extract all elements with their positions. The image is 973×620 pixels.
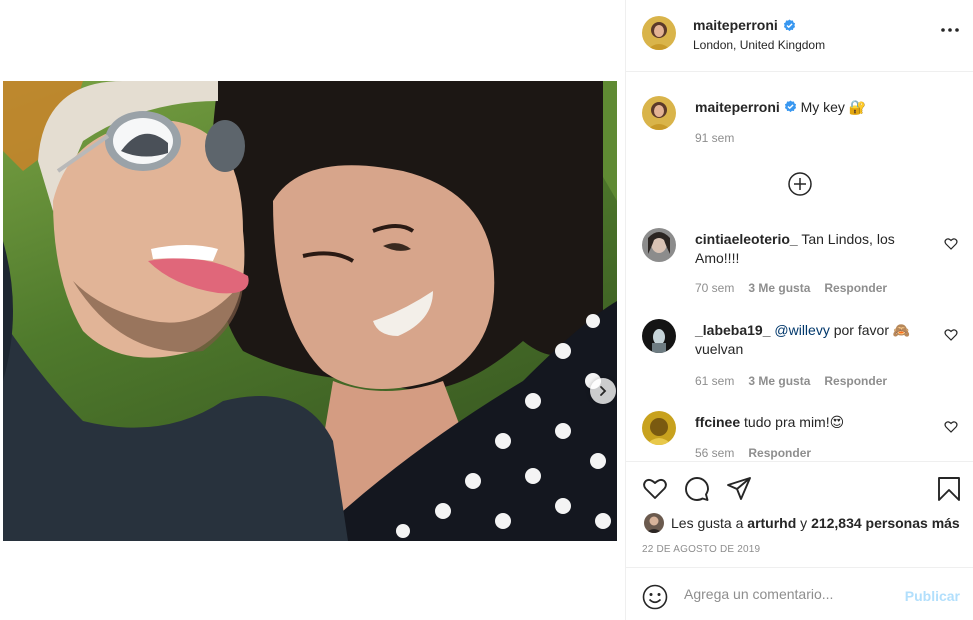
post-actions: Les gusta a arturhd y 212,834 personas m… xyxy=(626,461,973,567)
emoji-icon[interactable] xyxy=(642,584,668,610)
comment-mention[interactable]: @willevy xyxy=(774,322,829,338)
comment-text: _labeba19_ @willevy por favor 🙈 vuelvan xyxy=(695,321,930,359)
reply-button[interactable]: Responder xyxy=(748,446,811,460)
caption-body: My key 🔐 xyxy=(800,99,867,115)
reply-button[interactable]: Responder xyxy=(824,281,887,295)
comment-icon[interactable] xyxy=(684,476,710,502)
post-header: maiteperroni London, United Kingdom xyxy=(626,0,973,72)
share-icon[interactable] xyxy=(726,476,752,502)
comment-text: ffcinee tudo pra mim!😍 xyxy=(695,413,930,432)
comment-username[interactable]: ffcinee xyxy=(695,414,740,430)
caption-age[interactable]: 91 sem xyxy=(695,131,734,145)
comment-meta: 61 sem 3 Me gusta Responder xyxy=(695,374,887,388)
caption-username[interactable]: maiteperroni xyxy=(695,99,780,115)
commenter-avatar[interactable] xyxy=(642,319,676,353)
comment-likes[interactable]: 3 Me gusta xyxy=(748,374,810,388)
comment-username[interactable]: cintiaeleoterio_ xyxy=(695,231,798,247)
heart-icon[interactable] xyxy=(944,237,958,251)
plus-circle-icon[interactable] xyxy=(787,171,813,197)
comments-list[interactable]: maiteperroni My key 🔐 91 sem cintiaeleot… xyxy=(626,73,973,461)
comment-composer: Publicar xyxy=(626,567,973,620)
publish-button[interactable]: Publicar xyxy=(905,588,960,604)
post-location[interactable]: London, United Kingdom xyxy=(693,38,825,52)
verified-badge-icon xyxy=(784,100,796,113)
heart-icon[interactable] xyxy=(642,476,668,502)
author-avatar[interactable] xyxy=(642,16,676,50)
author-avatar[interactable] xyxy=(642,96,676,130)
likes-summary: Les gusta a arturhd y 212,834 personas m… xyxy=(644,513,960,533)
likes-user[interactable]: arturhd xyxy=(747,515,796,531)
next-photo-button[interactable] xyxy=(590,378,616,404)
likes-text: Les gusta a arturhd y 212,834 personas m… xyxy=(671,515,960,531)
comment-likes[interactable]: 3 Me gusta xyxy=(748,281,810,295)
comment-age[interactable]: 56 sem xyxy=(695,446,734,460)
comment-body: tudo pra mim!😍 xyxy=(744,414,845,430)
photo-illustration xyxy=(3,81,617,541)
chevron-right-icon xyxy=(600,386,607,396)
more-options-icon[interactable] xyxy=(940,26,960,34)
verified-badge-icon xyxy=(783,18,795,31)
post-side-panel: maiteperroni London, United Kingdom mait… xyxy=(625,0,973,620)
comment-meta: 70 sem 3 Me gusta Responder xyxy=(695,281,887,295)
caption-meta: 91 sem xyxy=(695,131,734,145)
likes-prefix: Les gusta a xyxy=(671,515,748,531)
post-photo[interactable] xyxy=(3,81,617,541)
likes-mid: y xyxy=(796,515,812,531)
author-username[interactable]: maiteperroni xyxy=(693,17,778,33)
comment-text: cintiaeleoterio_ Tan Lindos, los Amo!!!! xyxy=(695,230,930,268)
reply-button[interactable]: Responder xyxy=(824,374,887,388)
comment-username[interactable]: _labeba19_ xyxy=(695,322,771,338)
liker-avatar[interactable] xyxy=(644,513,664,533)
bookmark-icon[interactable] xyxy=(936,476,962,502)
comment-input[interactable] xyxy=(684,586,894,602)
commenter-avatar[interactable] xyxy=(642,228,676,262)
commenter-avatar[interactable] xyxy=(642,411,676,445)
comment-age[interactable]: 70 sem xyxy=(695,281,734,295)
author-username-row: maiteperroni xyxy=(693,17,796,33)
comment-meta: 56 sem Responder xyxy=(695,446,811,460)
caption-text: maiteperroni My key 🔐 xyxy=(695,98,930,117)
comment-age[interactable]: 61 sem xyxy=(695,374,734,388)
post-date[interactable]: 22 de agosto de 2019 xyxy=(642,544,760,555)
likes-count[interactable]: 212,834 personas más xyxy=(811,515,960,531)
heart-icon[interactable] xyxy=(944,328,958,342)
heart-icon[interactable] xyxy=(944,420,958,434)
